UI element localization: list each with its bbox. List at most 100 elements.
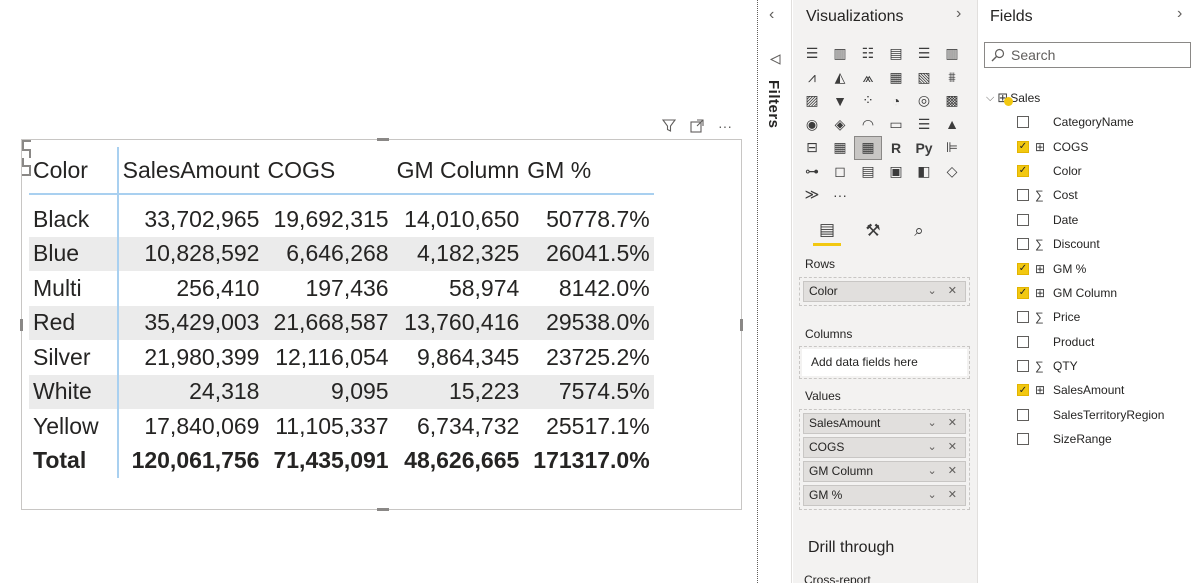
more-options-icon[interactable]: ··· [716, 117, 734, 135]
matrix-value-cell[interactable]: 17,840,069 [118, 409, 264, 444]
fields-search-box[interactable] [984, 42, 1191, 68]
matrix-row[interactable]: Silver 21,980,399 12,116,054 9,864,345 23725… [29, 340, 654, 375]
field-item[interactable]: ✓ ⊞ GM % [1017, 256, 1193, 280]
field-item[interactable]: Product [1017, 330, 1193, 354]
checkbox[interactable] [1017, 311, 1029, 324]
field-item[interactable]: Date [1017, 208, 1193, 232]
matrix-row-header[interactable]: Blue [29, 236, 119, 271]
matrix-value-cell[interactable]: 12,116,054 [263, 340, 392, 375]
slicer-icon[interactable]: ⊟ [798, 136, 826, 160]
matrix-row-header[interactable]: Total [29, 443, 119, 478]
filters-label[interactable]: Filters [765, 80, 782, 129]
analytics-magnifier-icon[interactable]: ⌕ [905, 216, 933, 246]
chevron-right-icon[interactable]: › [956, 5, 961, 23]
paginated-report-icon[interactable]: ▣ [882, 160, 910, 184]
matrix-value-cell[interactable]: 19,692,315 [263, 202, 392, 237]
field-item[interactable]: ✓ Color [1017, 159, 1193, 183]
field-item[interactable]: ✓ ⊞ GM Column [1017, 281, 1193, 305]
rows-well[interactable]: Color ⌄ ✕ [799, 277, 970, 306]
matrix-value-cell[interactable]: 13,760,416 [392, 305, 524, 340]
matrix-value-cell[interactable]: 9,095 [263, 374, 393, 409]
key-influencers-icon[interactable]: ⊫ [938, 136, 966, 160]
checkbox[interactable] [1017, 433, 1029, 446]
stacked-column-100-icon[interactable]: ▥ [938, 42, 966, 66]
column-header-color[interactable]: Color [29, 147, 119, 195]
checkbox-checked[interactable]: ✓ [1017, 286, 1029, 299]
matrix-visual[interactable]: Color SalesAmount COGS GM Column GM % Bl… [20, 138, 743, 511]
matrix-value-cell[interactable]: 14,010,650 [393, 202, 524, 237]
matrix-row-header[interactable]: Yellow [29, 409, 119, 444]
field-item[interactable]: SalesTerritoryRegion [1017, 403, 1193, 427]
values-field-chip-cogs[interactable]: COGS ⌄ ✕ [803, 437, 966, 458]
clustered-column-chart-icon[interactable]: ▤ [882, 42, 910, 66]
checkbox-checked[interactable]: ✓ [1017, 164, 1029, 177]
qa-visual-icon[interactable]: ◻ [826, 160, 854, 184]
rows-field-chip-color[interactable]: Color ⌄ ✕ [803, 281, 966, 302]
chip-controls[interactable]: ⌄ ✕ [928, 414, 962, 433]
python-visual-icon[interactable]: Py [910, 136, 938, 160]
matrix-value-cell[interactable]: 197,436 [263, 271, 392, 306]
line-clustered-column-icon[interactable]: ▦ [882, 66, 910, 90]
field-item[interactable]: CategoryName [1017, 110, 1193, 134]
filters-pane-collapsed[interactable]: ‹ Filters [760, 0, 792, 583]
pie-chart-icon[interactable]: ◔ [882, 89, 910, 113]
matrix-value-cell[interactable]: 120,061,756 [118, 444, 264, 479]
matrix-value-cell[interactable]: 71,435,091 [263, 444, 392, 479]
matrix-visual-icon[interactable]: ▦ [854, 136, 882, 160]
r-visual-icon[interactable]: R [882, 136, 910, 160]
matrix-total-row[interactable]: Total 120,061,756 71,435,091 48,626,665 1713… [29, 443, 654, 479]
stacked-bar-chart-icon[interactable]: ☰ [798, 42, 826, 66]
arcgis-map-icon[interactable]: ≫ [798, 183, 826, 207]
matrix-value-cell[interactable]: 21,668,587 [263, 305, 393, 340]
matrix-value-cell[interactable]: 15,223 [392, 374, 524, 409]
matrix-row-header[interactable]: Multi [29, 271, 119, 306]
matrix-value-cell[interactable]: 35,429,003 [117, 305, 264, 340]
resize-handle-bottom[interactable] [377, 508, 389, 511]
chevron-right-icon[interactable]: › [1177, 5, 1182, 23]
checkbox[interactable] [1017, 213, 1029, 226]
filled-map-icon[interactable]: ◈ [826, 113, 854, 137]
matrix-row[interactable]: Blue 10,828,592 6,646,268 4,182,325 26041.5% [29, 236, 654, 271]
card-icon[interactable]: ▭ [882, 113, 910, 137]
matrix-value-cell[interactable]: 58,974 [393, 271, 524, 306]
table-visual-icon[interactable]: ▦ [826, 136, 854, 160]
matrix-value-cell[interactable]: 21,980,399 [118, 340, 264, 375]
field-item[interactable]: ∑ Discount [1017, 232, 1193, 256]
focus-mode-icon[interactable] [688, 117, 706, 135]
matrix-value-cell[interactable]: 7574.5% [523, 374, 654, 409]
values-field-chip-gm-column[interactable]: GM Column ⌄ ✕ [803, 461, 966, 482]
chip-controls[interactable]: ⌄ ✕ [928, 486, 962, 505]
resize-handle-left[interactable] [20, 319, 23, 331]
values-field-chip-salesamount[interactable]: SalesAmount ⌄ ✕ [803, 413, 966, 434]
checkbox[interactable] [1017, 408, 1029, 421]
clustered-bar-chart-icon[interactable]: ☷ [854, 42, 882, 66]
search-input[interactable] [1011, 47, 1181, 63]
matrix-value-cell[interactable]: 4,182,325 [392, 236, 524, 271]
table-node-sales[interactable]: ⌵ ⊞ Sales [986, 89, 1040, 107]
line-stacked-column-icon[interactable]: ▧ [910, 66, 938, 90]
resize-handle-top[interactable] [377, 138, 389, 141]
matrix-row[interactable]: Multi 256,410 197,436 58,974 8142.0% [29, 271, 654, 306]
columns-well[interactable]: Add data fields here [799, 346, 970, 379]
checkbox[interactable] [1017, 116, 1029, 129]
matrix-row[interactable]: Black 33,702,965 19,692,315 14,010,650 50778… [29, 202, 654, 237]
ribbon-chart-icon[interactable]: ⩩ [938, 66, 966, 90]
matrix-value-cell[interactable]: 6,734,732 [393, 409, 524, 444]
stacked-area-chart-icon[interactable]: ⩕ [854, 66, 882, 90]
matrix-row-header[interactable]: Red [29, 305, 119, 340]
matrix-value-cell[interactable]: 9,864,345 [393, 340, 524, 375]
smart-narrative-icon[interactable]: ▤ [854, 160, 882, 184]
matrix-value-cell[interactable]: 33,702,965 [118, 202, 264, 237]
matrix-row-header[interactable]: Silver [29, 340, 119, 375]
matrix-value-cell[interactable]: 10,828,592 [117, 236, 264, 271]
kpi-icon[interactable]: ▲ [938, 113, 966, 137]
values-well[interactable]: SalesAmount ⌄ ✕ COGS ⌄ ✕ GM Column ⌄ ✕ G… [799, 409, 970, 510]
column-header-gm-column[interactable]: GM Column [392, 147, 524, 195]
format-paint-roller-icon[interactable]: ⚒ [859, 216, 887, 246]
field-item[interactable]: ∑ Cost [1017, 183, 1193, 207]
matrix-value-cell[interactable]: 24,318 [117, 374, 264, 409]
checkbox[interactable] [1017, 189, 1029, 202]
checkbox-checked[interactable]: ✓ [1017, 140, 1029, 153]
matrix-row-header[interactable]: White [29, 374, 119, 409]
more-visuals-icon[interactable]: ··· [826, 183, 854, 207]
